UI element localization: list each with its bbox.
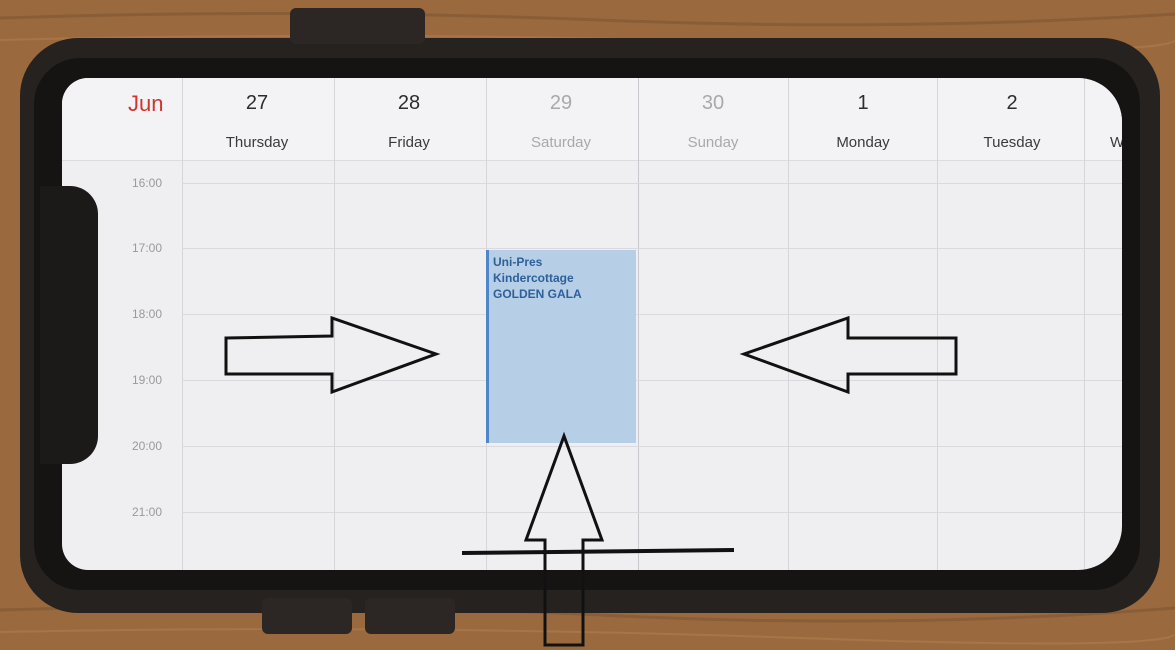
photo-scene: Jun 27 Thursday 28 Friday 29 Saturday 30… [0, 0, 1175, 650]
right-arrow [224, 315, 441, 395]
annotation-overlay [224, 315, 958, 647]
left-arrow [739, 315, 958, 395]
underline [461, 548, 735, 555]
up-arrow [523, 431, 605, 647]
